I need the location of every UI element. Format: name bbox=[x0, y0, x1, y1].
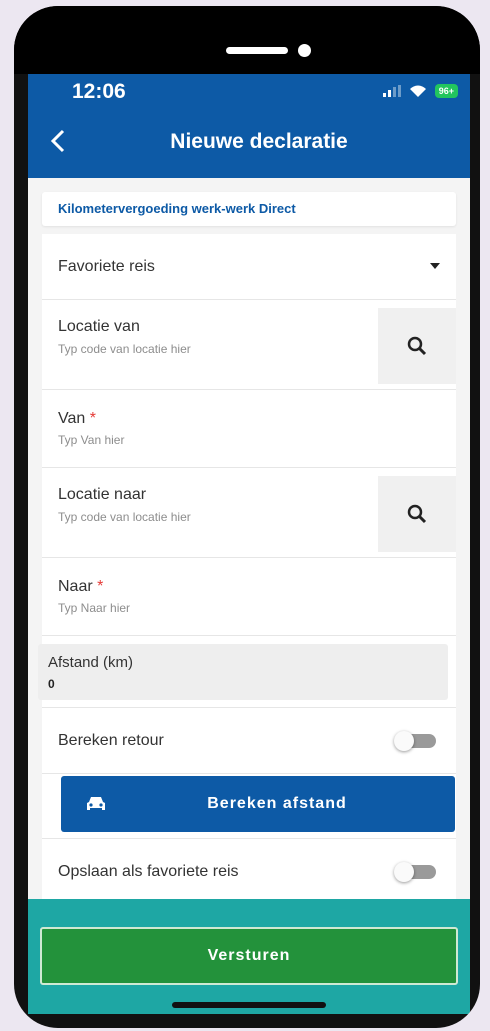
phone-notch bbox=[14, 6, 480, 74]
app-header: 12:06 96+ Nieuwe declaratie bbox=[28, 74, 470, 178]
distance-label: Afstand (km) bbox=[48, 654, 134, 671]
location-from-search-button[interactable] bbox=[378, 308, 456, 384]
location-from-label: Locatie van bbox=[58, 318, 140, 335]
signal-icon bbox=[382, 85, 401, 97]
calculate-distance-label: Bereken afstand bbox=[207, 795, 347, 812]
home-indicator bbox=[172, 1002, 326, 1008]
calculate-distance-button[interactable]: Bereken afstand bbox=[61, 776, 455, 832]
declaration-type: Kilometervergoeding werk-werk Direct bbox=[42, 192, 456, 226]
speaker bbox=[226, 47, 288, 54]
location-to-placeholder: Typ code van locatie hier bbox=[58, 510, 191, 524]
from-label: Van * bbox=[58, 410, 96, 427]
calc-return-label: Bereken retour bbox=[58, 732, 164, 749]
location-to-label: Locatie naar bbox=[58, 486, 147, 503]
to-label: Naar * bbox=[58, 578, 104, 595]
submit-label: Versturen bbox=[207, 947, 291, 964]
phone-frame: 12:06 96+ Nieuwe declaratie Kilometerver… bbox=[14, 6, 480, 1028]
wifi-icon bbox=[409, 85, 426, 97]
distance-row: Afstand (km) 0 bbox=[38, 636, 456, 708]
calc-return-row: Bereken retour bbox=[42, 708, 456, 774]
camera bbox=[298, 44, 311, 57]
location-to-search-button[interactable] bbox=[378, 476, 456, 552]
save-favorite-row: Opslaan als favoriete reis bbox=[42, 838, 456, 904]
from-field[interactable]: Van * Typ Van hier bbox=[42, 390, 456, 468]
battery-indicator: 96+ bbox=[434, 84, 458, 98]
location-to-field[interactable]: Locatie naar Typ code van locatie hier bbox=[42, 468, 456, 558]
app-screen: 12:06 96+ Nieuwe declaratie Kilometerver… bbox=[28, 74, 470, 1014]
declaration-form: Favoriete reis Locatie van Typ code van … bbox=[38, 234, 456, 1014]
location-from-placeholder: Typ code van locatie hier bbox=[58, 342, 191, 356]
save-favorite-toggle[interactable] bbox=[394, 862, 436, 882]
save-favorite-label: Opslaan als favoriete reis bbox=[58, 863, 239, 880]
status-time: 12:06 bbox=[72, 80, 126, 103]
location-from-field[interactable]: Locatie van Typ code van locatie hier bbox=[42, 300, 456, 390]
favorite-trip-select[interactable]: Favoriete reis bbox=[42, 234, 456, 300]
to-field[interactable]: Naar * Typ Naar hier bbox=[42, 558, 456, 636]
favorite-trip-label: Favoriete reis bbox=[58, 258, 155, 275]
submit-highlight: Versturen bbox=[28, 899, 470, 1014]
calc-return-toggle[interactable] bbox=[394, 731, 436, 751]
distance-field: Afstand (km) 0 bbox=[38, 644, 448, 700]
page-title: Nieuwe declaratie bbox=[170, 130, 348, 153]
search-icon bbox=[407, 336, 427, 356]
to-placeholder: Typ Naar hier bbox=[58, 601, 131, 615]
from-placeholder: Typ Van hier bbox=[58, 433, 125, 447]
caret-down-icon bbox=[430, 263, 440, 269]
submit-button[interactable]: Versturen bbox=[40, 927, 458, 985]
search-icon bbox=[407, 504, 427, 524]
distance-value: 0 bbox=[48, 677, 55, 691]
status-icons: 96+ bbox=[382, 84, 458, 98]
